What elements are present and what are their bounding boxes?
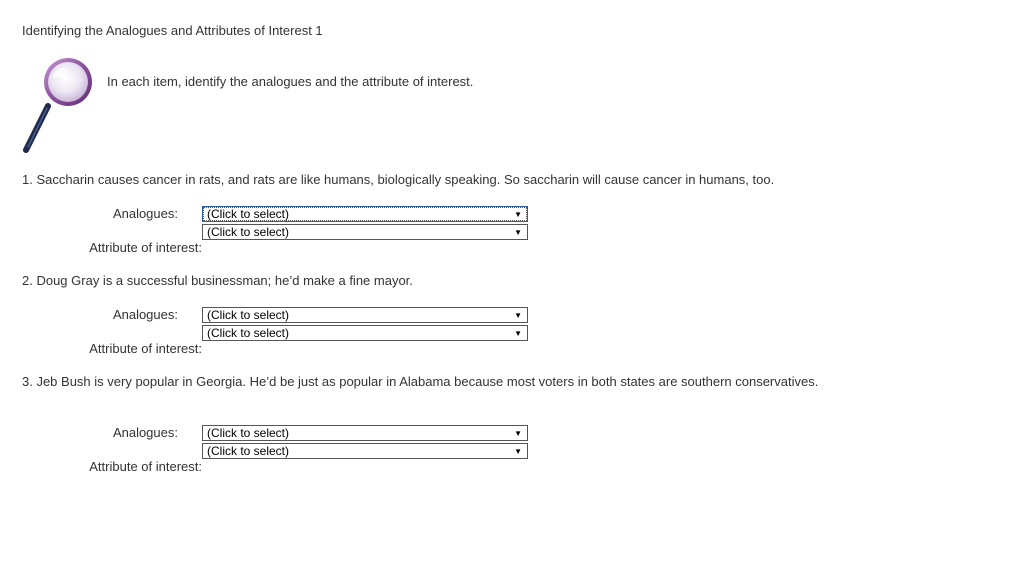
select-value: (Click to select) xyxy=(207,326,290,340)
question-text: 3. Jeb Bush is very popular in Georgia. … xyxy=(22,374,819,389)
chevron-down-icon: ▼ xyxy=(514,447,522,456)
attribute-label: Attribute of interest: xyxy=(89,459,202,474)
select-value: (Click to select) xyxy=(207,207,290,221)
chevron-down-icon: ▼ xyxy=(514,429,522,438)
chevron-down-icon: ▼ xyxy=(514,329,522,338)
select-value: (Click to select) xyxy=(207,308,290,322)
attribute-select[interactable]: (Click to select) ▼ xyxy=(202,325,528,341)
attribute-label: Attribute of interest: xyxy=(89,240,202,255)
analogues-label: Analogues: xyxy=(112,206,178,221)
analogues-select[interactable]: (Click to select) ▼ xyxy=(202,425,528,441)
analogues-select[interactable]: (Click to select) ▼ xyxy=(202,307,528,323)
chevron-down-icon: ▼ xyxy=(514,311,522,320)
answer-block: Analogues: (Click to select) ▼ (Click to… xyxy=(0,307,600,363)
answer-block: Analogues: (Click to select) ▼ (Click to… xyxy=(0,206,600,262)
question-text: 2. Doug Gray is a successful businessman… xyxy=(22,273,413,288)
attribute-label: Attribute of interest: xyxy=(89,341,202,356)
answer-block: Analogues: (Click to select) ▼ (Click to… xyxy=(0,425,600,481)
analogues-label: Analogues: xyxy=(112,425,178,440)
analogues-label: Analogues: xyxy=(112,307,178,322)
analogues-select[interactable]: (Click to select) ▼ xyxy=(202,206,528,222)
select-value: (Click to select) xyxy=(207,225,290,239)
chevron-down-icon: ▼ xyxy=(514,210,522,219)
page-title: Identifying the Analogues and Attributes… xyxy=(22,23,323,38)
attribute-select[interactable]: (Click to select) ▼ xyxy=(202,224,528,240)
chevron-down-icon: ▼ xyxy=(514,228,522,237)
instructions-text: In each item, identify the analogues and… xyxy=(107,74,474,89)
select-value: (Click to select) xyxy=(207,444,290,458)
attribute-select[interactable]: (Click to select) ▼ xyxy=(202,443,528,459)
question-text: 1. Saccharin causes cancer in rats, and … xyxy=(22,172,775,187)
select-value: (Click to select) xyxy=(207,426,290,440)
magnifying-glass-icon xyxy=(23,58,92,153)
